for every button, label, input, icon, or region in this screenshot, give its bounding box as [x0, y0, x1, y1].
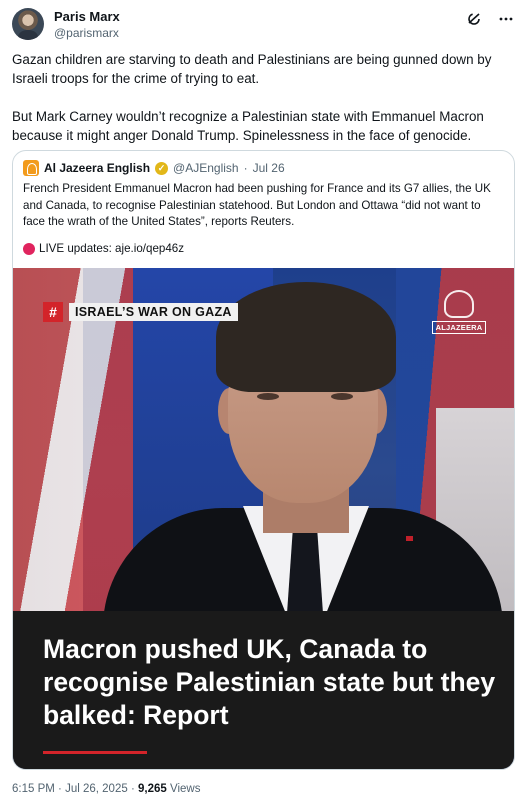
author-handle[interactable]: @parismarx — [54, 25, 120, 41]
author-name[interactable]: Paris Marx — [54, 9, 120, 25]
verified-badge-icon: ✓ — [155, 161, 169, 175]
tweet-header: Paris Marx @parismarx — [12, 8, 515, 44]
live-updates-link[interactable]: LIVE updates: aje.io/qep46z — [39, 241, 184, 257]
headline-panel: Macron pushed UK, Canada to recognise Pa… — [13, 611, 514, 769]
media-headline: Macron pushed UK, Canada to recognise Pa… — [43, 634, 496, 730]
quote-text: French President Emmanuel Macron had bee… — [23, 182, 491, 228]
tweet-paragraph-1: Gazan children are starving to death and… — [12, 52, 492, 86]
quote-date[interactable]: Jul 26 — [253, 161, 285, 175]
views-label: Views — [169, 783, 201, 795]
aljazeera-logo-text: ALJAZEERA — [432, 321, 486, 334]
media-image[interactable]: # ISRAEL’S WAR ON GAZA ALJAZEERA Macron … — [13, 268, 514, 769]
red-circle-icon — [23, 243, 35, 255]
hashtag-icon: # — [43, 302, 63, 322]
tweet-text: Gazan children are starving to death and… — [12, 50, 512, 164]
aljazeera-logo-icon — [444, 290, 474, 318]
quote-header: Al Jazeera English ✓ @AJEnglish · Jul 26 — [23, 160, 285, 176]
quoted-tweet[interactable]: Al Jazeera English ✓ @AJEnglish · Jul 26… — [12, 150, 515, 770]
tweet-paragraph-2: But Mark Carney wouldn’t recognize a Pal… — [12, 109, 484, 143]
quote-author-handle[interactable]: @AJEnglish — [173, 161, 239, 175]
topic-badge-label: ISRAEL’S WAR ON GAZA — [69, 303, 238, 321]
aljazeera-avatar-icon[interactable] — [23, 160, 39, 176]
aljazeera-logo: ALJAZEERA — [432, 290, 486, 334]
tweet-time[interactable]: 6:15 PM — [12, 783, 55, 795]
grok-icon[interactable] — [465, 10, 483, 28]
more-icon[interactable] — [497, 10, 515, 28]
quote-author-name[interactable]: Al Jazeera English — [44, 161, 150, 175]
quote-separator: · — [243, 161, 248, 175]
avatar[interactable] — [12, 8, 44, 40]
author-info[interactable]: Paris Marx @parismarx — [54, 9, 120, 41]
quote-live-line: LIVE updates: aje.io/qep46z — [23, 241, 184, 257]
tweet-date[interactable]: Jul 26, 2025 — [65, 783, 128, 795]
views-count: 9,265 — [138, 783, 167, 795]
header-actions — [465, 10, 515, 28]
tweet-footer: 6:15 PM · Jul 26, 2025 · 9,265 Views — [12, 783, 201, 795]
headline-underline — [43, 751, 147, 754]
topic-badge: # ISRAEL’S WAR ON GAZA — [43, 302, 238, 322]
